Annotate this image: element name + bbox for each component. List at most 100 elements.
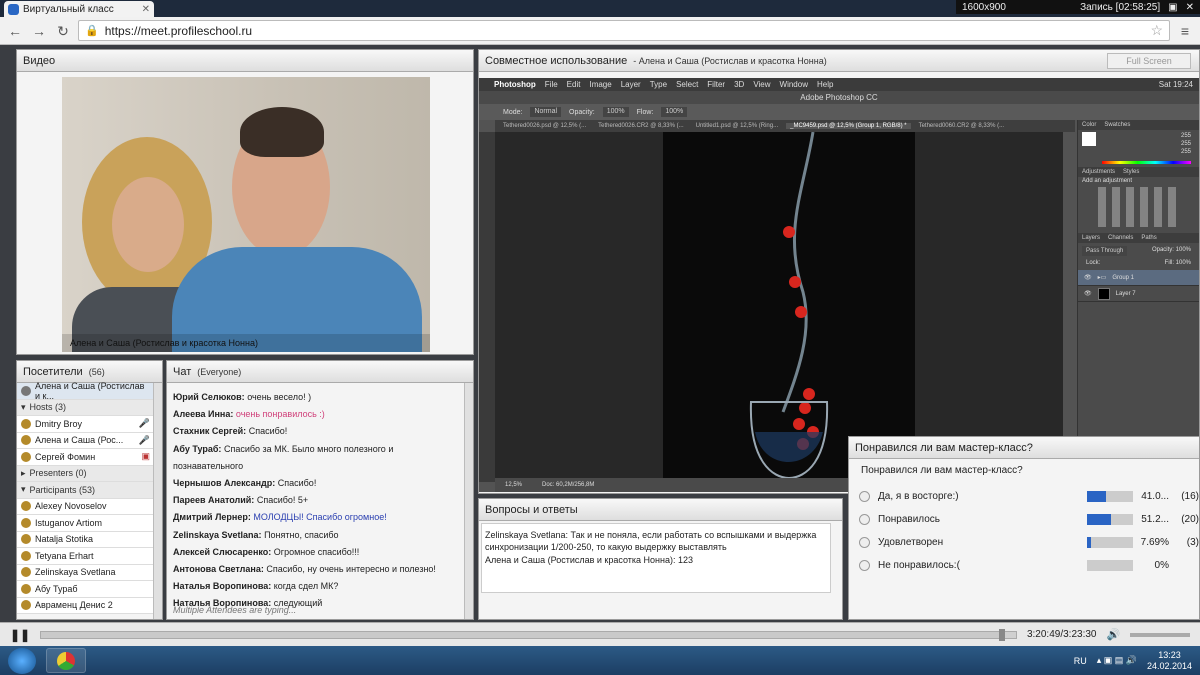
message-text: когда сдел МК?: [273, 581, 339, 592]
ps-options-bar: Mode: Normal Opacity: 100% Flow: 100%: [479, 104, 1199, 120]
webcam-video[interactable]: Алена и Саша (Ростислав и красотка Нонна…: [62, 77, 430, 352]
user-icon: [21, 600, 31, 611]
poll-result-bar: [1087, 513, 1133, 525]
host-icon: [21, 451, 31, 462]
shared-screen[interactable]: Photoshop File Edit Image Layer Type Sel…: [479, 78, 1199, 492]
message-author: Zelinskaya Svetlana:: [173, 529, 262, 540]
participants-group[interactable]: ▾ Participants (53): [17, 482, 154, 499]
progress-track[interactable]: [40, 628, 1017, 641]
url-field[interactable]: 🔒 https://meet.profileschool.ru ☆: [78, 20, 1170, 41]
chat-header: Чат (Everyone): [167, 361, 473, 383]
poll-result-bar: [1087, 559, 1133, 571]
close-tab-icon[interactable]: ✕: [142, 4, 150, 15]
list-item[interactable]: Alexey Novoselov: [17, 498, 154, 515]
volume-slider[interactable]: [1130, 632, 1190, 637]
video-caption: Алена и Саша (Ростислав и красотка Нонна…: [62, 334, 430, 352]
attendee-name: Alexey Novoselov: [35, 501, 107, 512]
woman-face: [112, 177, 184, 272]
qa-panel: Вопросы и ответы Zelinskaya Svetlana: Та…: [478, 498, 843, 620]
language-indicator[interactable]: RU: [1074, 656, 1087, 666]
pause-icon[interactable]: ❚❚: [10, 628, 30, 642]
ps-tab: Swatches: [1104, 122, 1131, 128]
list-item[interactable]: Алена и Саша (Ростислав и к...: [17, 381, 154, 401]
user-icon: [21, 583, 31, 594]
group-label: Participants (53): [29, 484, 96, 495]
ps-layer-name: Layer 7: [1115, 290, 1136, 297]
group-label: Hosts (3): [29, 402, 67, 413]
list-item[interactable]: Istuganov Artiom: [17, 515, 154, 532]
user-icon: [21, 501, 31, 512]
scrollbar[interactable]: [464, 383, 473, 619]
close-icon[interactable]: ✕: [1186, 2, 1194, 13]
share-subtitle: - Алена и Саша (Ростислав и красотка Нон…: [633, 55, 827, 66]
list-item[interactable]: Авраменц Денис 2: [17, 597, 154, 614]
tray-icons[interactable]: ▴ ▣ ▤ 🔊: [1097, 655, 1137, 666]
attendee-name: Абу Тураб: [35, 583, 78, 594]
system-tray: RU ▴ ▣ ▤ 🔊 13:23 24.02.2014: [1074, 650, 1192, 672]
message-author: Алексей Слюсаренко:: [173, 546, 272, 557]
ps-option-label: Flow:: [636, 108, 654, 116]
hosts-group[interactable]: ▾ Hosts (3): [17, 399, 154, 416]
radio-button[interactable]: [859, 559, 870, 571]
qa-question[interactable]: Zelinskaya Svetlana: Так и не поняла, ес…: [485, 529, 833, 553]
clock-time: 13:23: [1158, 649, 1181, 660]
list-item[interactable]: Алена и Саша (Рос... 🎤: [17, 432, 154, 449]
browser-tab[interactable]: Виртуальный класс ✕: [4, 1, 154, 17]
poll-option[interactable]: Понравилось 51.2... (20): [859, 510, 1199, 528]
ps-tab: Paths: [1141, 235, 1157, 241]
list-item[interactable]: Tetyana Erhart: [17, 548, 154, 565]
menu-icon[interactable]: ≡: [1176, 22, 1194, 40]
forward-icon[interactable]: →: [30, 22, 48, 40]
collapse-icon: ▾: [21, 401, 26, 412]
volume-icon[interactable]: 🔊: [1106, 628, 1120, 641]
poll-option[interactable]: Не понравилось:( 0%: [859, 556, 1199, 574]
reload-icon[interactable]: ↻: [54, 22, 72, 40]
eye-icon: 👁: [1084, 291, 1092, 297]
chat-message: Чернышов Александр: Спасибо!: [173, 475, 461, 492]
message-text: Спасибо, ну очень интересно и полезно!: [266, 564, 436, 575]
back-icon[interactable]: ←: [6, 22, 24, 40]
list-item[interactable]: Dmitry Broy 🎤: [17, 416, 154, 433]
poll-percent: 0%: [1154, 559, 1169, 571]
camera-icon: ▣: [141, 451, 150, 462]
list-item[interactable]: Абу Тураб: [17, 581, 154, 598]
chrome-taskbar-button[interactable]: [46, 648, 86, 673]
list-item[interactable]: Natalja Stotika: [17, 531, 154, 548]
presenters-group[interactable]: ▸ Presenters (0): [17, 465, 154, 482]
address-bar: ← → ↻ 🔒 https://meet.profileschool.ru ☆ …: [0, 17, 1200, 45]
playback-time: 3:20:49/3:23:30: [1026, 629, 1097, 640]
progress-handle[interactable]: [999, 628, 1006, 641]
list-item[interactable]: Zelinskaya Svetlana: [17, 564, 154, 581]
playback-bar: ❚❚ 3:20:49/3:23:30 🔊: [0, 622, 1200, 646]
radio-button[interactable]: [859, 490, 870, 502]
clock[interactable]: 13:23 24.02.2014: [1147, 650, 1192, 672]
chat-message: Стахник Сергей: Спасибо!: [173, 423, 461, 440]
poll-bar-fill: [1087, 536, 1091, 548]
poll-option[interactable]: Да, я в восторге:) 41.0... (16): [859, 487, 1199, 505]
full-screen-button[interactable]: Full Screen: [1107, 53, 1191, 69]
ps-menubar: Photoshop File Edit Image Layer Type Sel…: [479, 78, 1199, 91]
ps-color-panel: 255 255 255: [1078, 130, 1199, 158]
poll-option[interactable]: Удовлетворен 7.69% (3): [859, 533, 1199, 551]
bookmark-star-icon[interactable]: ☆: [1150, 22, 1163, 39]
message-text: очень понравилось :): [235, 409, 325, 420]
radio-button[interactable]: [859, 536, 870, 548]
scrollbar[interactable]: [153, 383, 162, 619]
attendees-header: Посетители (56): [17, 361, 162, 383]
message-text: Огромное спасибо!!!: [273, 546, 360, 557]
chat-message: Алексей Слюсаренко: Огромное спасибо!!!: [173, 544, 461, 561]
start-button[interactable]: [8, 647, 36, 674]
camera-icon[interactable]: ▣: [1168, 2, 1177, 13]
chat-scope: (Everyone): [197, 366, 242, 377]
ps-menu-item: Select: [676, 80, 699, 89]
ps-layer-opacity: Opacity: 100%: [1151, 247, 1191, 253]
list-item[interactable]: Сергей Фомин ▣: [17, 449, 154, 466]
radio-button[interactable]: [859, 513, 870, 525]
attendees-panel: Посетители (56) Алена и Саша (Ростислав …: [16, 360, 163, 620]
ps-doc-tab: Tethered0026.psd @ 12,5% (...: [503, 123, 587, 129]
ps-rgb-sliders: 255 255 255: [1100, 132, 1195, 156]
record-label: Запись [02:58:25]: [1080, 1, 1161, 13]
ps-doc-tabs: Tethered0026.psd @ 12,5% (... Tethered00…: [495, 120, 1075, 132]
ps-adjustments-tabs: Adjustments Styles: [1078, 167, 1199, 177]
message-text: МОЛОДЦЫ! Спасибо огромное!: [253, 512, 387, 523]
